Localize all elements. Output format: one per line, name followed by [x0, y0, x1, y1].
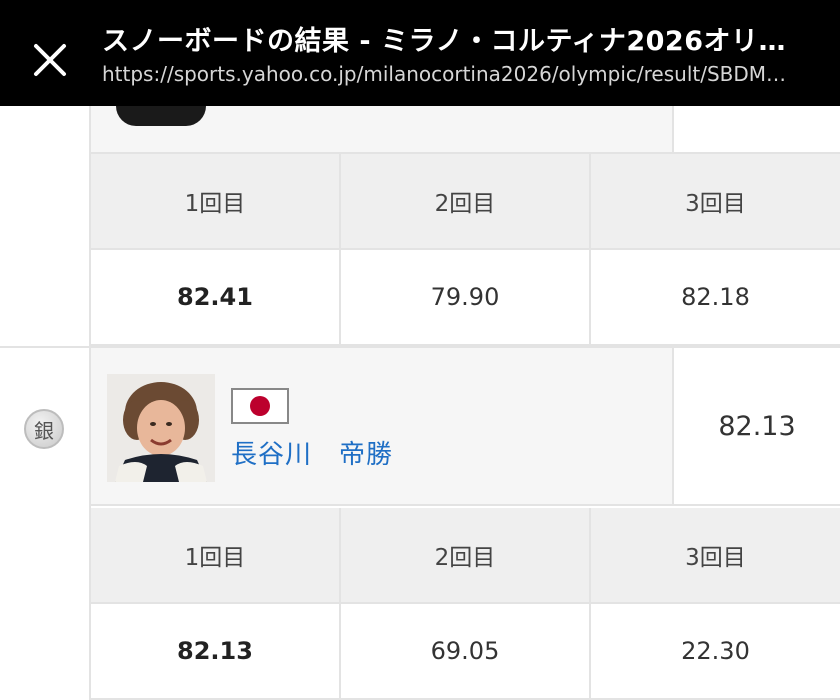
close-button[interactable] — [24, 34, 76, 86]
run-score-3: 22.30 — [591, 604, 840, 700]
run-header-1: 1回目 — [91, 508, 341, 604]
athlete-name-link[interactable]: 長谷川 帝勝 — [231, 434, 393, 471]
run-score-1: 82.13 — [91, 604, 341, 700]
run-header-3: 3回目 — [591, 508, 840, 604]
japan-flag-icon — [231, 388, 289, 424]
run-header-2: 2回目 — [341, 508, 591, 604]
run-header-2: 2回目 — [341, 154, 591, 250]
run-header-3: 3回目 — [591, 154, 840, 250]
run-score-row: 82.41 79.90 82.18 — [91, 250, 840, 346]
run-score-3: 82.18 — [591, 250, 840, 346]
run-score-row: 82.13 69.05 22.30 — [91, 604, 840, 700]
silver-athlete-row: 銀 長谷川 帝勝 82.13 — [0, 348, 840, 506]
silver-medal-icon: 銀 — [24, 409, 64, 449]
close-icon — [34, 44, 66, 76]
athlete-total-score: 82.13 — [672, 348, 840, 506]
run-header-row: 1回目 2回目 3回目 — [91, 154, 840, 250]
page-url: https://sports.yahoo.co.jp/milanocortina… — [102, 62, 787, 86]
silver-athlete-cell[interactable]: 長谷川 帝勝 — [91, 348, 672, 506]
gold-athlete-score-cell — [672, 106, 840, 154]
athlete-photo — [107, 374, 215, 482]
run-score-1: 82.41 — [91, 250, 341, 346]
run-header-1: 1回目 — [91, 154, 341, 250]
gold-athlete-photo — [116, 106, 206, 126]
run-score-2: 79.90 — [341, 250, 591, 346]
run-score-2: 69.05 — [341, 604, 591, 700]
browser-header-bar: スノーボードの結果 - ミラノ・コルティナ2026オリ… https://spo… — [0, 0, 840, 106]
page-title: スノーボードの結果 - ミラノ・コルティナ2026オリ… — [102, 26, 786, 57]
run-header-row: 1回目 2回目 3回目 — [91, 508, 840, 604]
